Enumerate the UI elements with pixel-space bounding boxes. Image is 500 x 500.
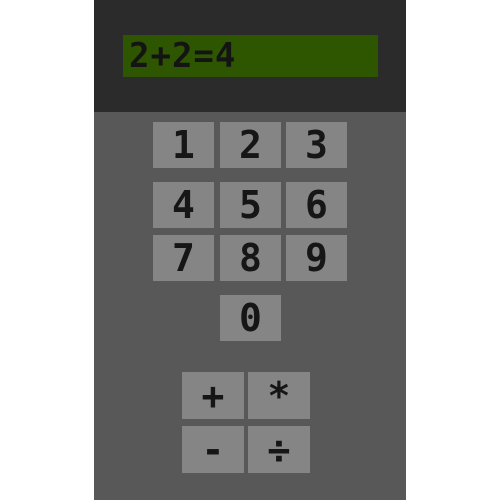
display-panel: 2+2=4 — [94, 0, 406, 112]
calculator-display: 2+2=4 — [123, 35, 378, 77]
key-9[interactable]: 9 — [286, 235, 347, 281]
minus-button[interactable]: - — [182, 426, 244, 473]
key-4[interactable]: 4 — [153, 182, 214, 228]
key-1[interactable]: 1 — [153, 122, 214, 168]
key-7[interactable]: 7 — [153, 235, 214, 281]
calculator: 2+2=4 1 2 3 4 5 6 7 8 9 0 + * - ÷ — [94, 0, 406, 500]
key-0[interactable]: 0 — [220, 295, 281, 341]
divide-button[interactable]: ÷ — [248, 426, 310, 473]
key-5[interactable]: 5 — [220, 182, 281, 228]
multiply-button[interactable]: * — [248, 372, 310, 419]
key-3[interactable]: 3 — [286, 122, 347, 168]
key-6[interactable]: 6 — [286, 182, 347, 228]
plus-button[interactable]: + — [182, 372, 244, 419]
key-8[interactable]: 8 — [220, 235, 281, 281]
key-2[interactable]: 2 — [220, 122, 281, 168]
